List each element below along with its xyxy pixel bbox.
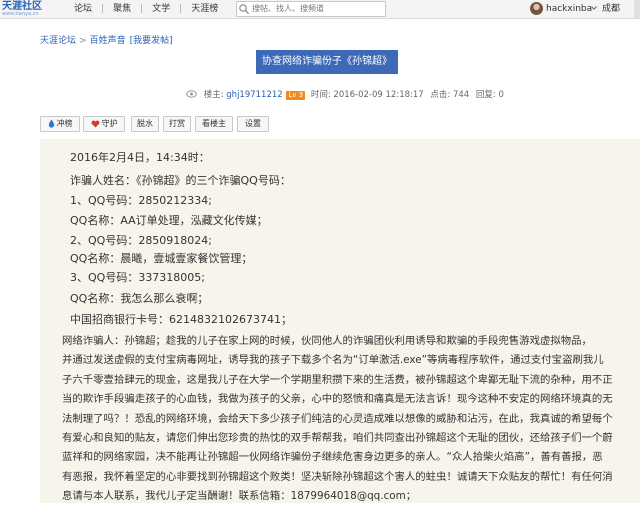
paragraph-line: 有爱心和良知的贴友，请您们伸出您珍贵的热忱的双手帮帮我，咱们共同查出孙锦超这个无… bbox=[62, 431, 613, 444]
views-count: 744 bbox=[452, 90, 470, 100]
nav-item-wenxue[interactable]: 文学 bbox=[152, 4, 170, 14]
nav-item-tianyabang[interactable]: 天涯榜 bbox=[191, 4, 218, 14]
time-label: 时间: bbox=[310, 90, 331, 100]
replies-label: 回复: bbox=[475, 90, 496, 100]
post-meta: 楼主: ghj19711212 Lv 3 时间: 2016-02-09 12:1… bbox=[186, 88, 504, 100]
scrollbar-track[interactable] bbox=[634, 0, 640, 18]
search-input[interactable] bbox=[252, 2, 380, 15]
new-post-link[interactable]: [我要发帖] bbox=[130, 36, 173, 46]
chongbang-label: 冲榜 bbox=[56, 119, 73, 128]
paragraph-line: 并通过发送虚假的支付宝病毒网址，诱导我的孩子下载多个名为“订单激活.exe”等病… bbox=[62, 354, 604, 367]
username[interactable]: hackxinba bbox=[546, 0, 592, 18]
author-label: 楼主: bbox=[203, 90, 224, 100]
content-paragraph: 网络诈骗人：孙锦超；趁我的儿子在家上网的时候，伙同他人的诈骗团伙利用诱导和欺骗的… bbox=[62, 332, 640, 507]
kanlouzhu-label: 看楼主 bbox=[202, 119, 226, 128]
nav-separator: | bbox=[140, 4, 144, 14]
tuoshui-label: 脱水 bbox=[137, 119, 153, 128]
nav-separator: | bbox=[179, 4, 183, 14]
content-line: 2016年2月4日，14:34时： bbox=[70, 151, 210, 164]
heart-icon bbox=[90, 120, 100, 128]
avatar[interactable] bbox=[530, 2, 543, 15]
breadcrumb: 天涯论坛 > 百姓声音 [我要发帖] bbox=[40, 33, 173, 46]
dashang-label: 打赏 bbox=[169, 119, 185, 128]
dashang-button[interactable]: 打赏 bbox=[163, 116, 191, 132]
paragraph-line: 网络诈骗人：孙锦超；趁我的儿子在家上网的时候，伙同他人的诈骗团伙利用诱导和欺骗的… bbox=[62, 335, 592, 347]
settings-label: 设置 bbox=[245, 119, 261, 128]
nav-item-jujiao[interactable]: 聚焦 bbox=[113, 4, 131, 14]
paragraph-line: 子六千零壹拾肆元的现金，这是我儿子在大学一个学期里积攒下来的生活费，被孙锦超这个… bbox=[62, 373, 613, 386]
content-line: 中国招商银行卡号：6214832102673741； bbox=[70, 313, 292, 326]
top-bar: 天涯社区 www.tianya.cn 论坛 | 聚焦 | 文学 | 天涯榜 hackxinb… bbox=[0, 0, 640, 19]
breadcrumb-arrow: > bbox=[79, 36, 87, 46]
top-nav: 论坛 | 聚焦 | 文学 | 天涯榜 bbox=[74, 0, 227, 18]
content-line: 1、QQ号码：2850212334; bbox=[70, 194, 213, 207]
search-box bbox=[236, 1, 386, 17]
level-badge: Lv 3 bbox=[286, 91, 306, 100]
paragraph-line: 蓝祥和的网络家园，决不能再让孙锦超一伙网络诈骗份子继续危害身边更多的亲人。“众人… bbox=[62, 451, 603, 464]
logo-sub: www.tianya.cn bbox=[2, 11, 39, 17]
chongbang-button[interactable]: 冲榜 bbox=[40, 116, 80, 132]
content-line: QQ名称：晨曦，壹城壹家餐饮管理； bbox=[70, 252, 253, 265]
paragraph-line: 息请与本人联系，我代儿子定当酬谢！联系信箱：1879964018@qq.com； bbox=[62, 490, 417, 503]
chevron-down-icon[interactable] bbox=[591, 5, 597, 11]
content-line: 诈骗人姓名：《孙锦超》的三个诈骗QQ号码： bbox=[70, 174, 291, 187]
breadcrumb-item-baixing[interactable]: 百姓声音 bbox=[90, 36, 126, 46]
search-icon[interactable] bbox=[238, 3, 250, 15]
user-area: hackxinba 成都 bbox=[530, 0, 640, 18]
nav-separator: | bbox=[101, 4, 105, 14]
city-label[interactable]: 成都 bbox=[602, 0, 620, 18]
paragraph-line: 法制理了吗？！恐乱的网络环境，会给天下多少孩子们纯洁的心灵造成难以想像的威胁和沾… bbox=[62, 412, 613, 425]
views-label: 点击: bbox=[430, 90, 451, 100]
content-line: 3、QQ号码：337318005; bbox=[70, 271, 206, 284]
drop-icon bbox=[48, 119, 54, 128]
eye-icon[interactable] bbox=[186, 89, 197, 99]
site-logo[interactable]: 天涯社区 www.tianya.cn bbox=[2, 1, 68, 18]
page-title: 协查网络诈骗份子《孙锦超》 bbox=[256, 50, 398, 74]
post-time: 2016-02-09 12:18:17 bbox=[333, 90, 424, 100]
shouhu-label: 守护 bbox=[101, 119, 118, 128]
post-content: 2016年2月4日，14:34时： 诈骗人姓名：《孙锦超》的三个诈骗QQ号码： … bbox=[40, 139, 640, 503]
kanlouzhu-button[interactable]: 看楼主 bbox=[195, 116, 233, 132]
content-line: 2、QQ号码：2850918024; bbox=[70, 234, 213, 247]
replies-count: 0 bbox=[498, 90, 504, 100]
content-line: QQ名称：AA订单处理，泓藏文化传媒； bbox=[70, 214, 268, 227]
settings-button[interactable]: 设置 bbox=[237, 116, 269, 132]
paragraph-line: 有恶报，我怀着坚定的心非要找到孙锦超这个败类！坚决斩除孙锦超这个害人的蛀虫！诚请… bbox=[62, 470, 613, 483]
author-name[interactable]: ghj19711212 bbox=[226, 90, 282, 100]
breadcrumb-item-luntan[interactable]: 天涯论坛 bbox=[40, 36, 76, 46]
tuoshui-button[interactable]: 脱水 bbox=[131, 116, 159, 132]
nav-item-luntan[interactable]: 论坛 bbox=[74, 4, 92, 14]
content-line: QQ名称：我怎么那么衰啊； bbox=[70, 292, 209, 305]
shouhu-button[interactable]: 守护 bbox=[83, 116, 125, 132]
paragraph-line: 当的欺诈手段骗走孩子的心血钱，我做为孩子的父亲，心中的怒愤和痛真是无法言诉！现今… bbox=[62, 393, 613, 406]
